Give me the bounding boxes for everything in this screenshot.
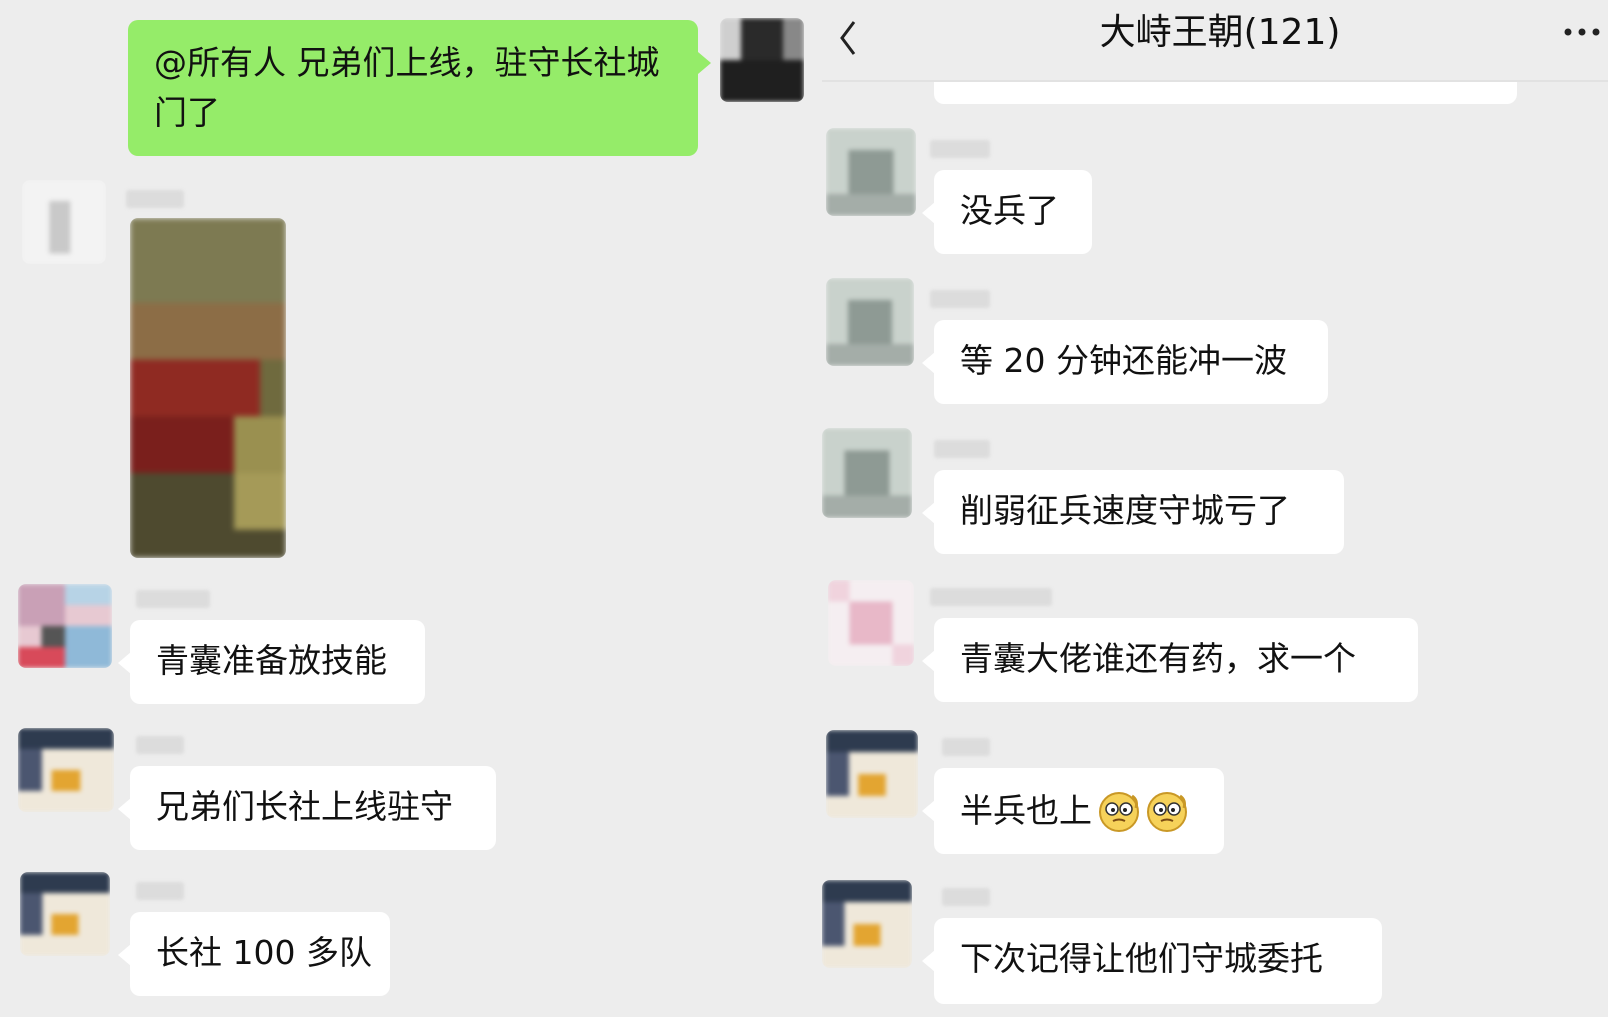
sender-name [942, 738, 990, 756]
sender-name [136, 736, 184, 754]
message-text: 兄弟们长社上线驻守 [156, 787, 453, 826]
sender-name [942, 888, 990, 906]
sender-avatar[interactable] [828, 580, 914, 666]
sender-avatar[interactable] [822, 880, 912, 968]
message-bubble[interactable]: 没兵了 [922, 170, 1092, 254]
sender-avatar[interactable] [18, 728, 114, 812]
message-text: 等 20 分钟还能冲一波 [960, 341, 1287, 380]
message-bubble[interactable]: 长社 100 多队 [118, 912, 390, 996]
message-text: 没兵了 [960, 191, 1059, 230]
sender-name [126, 190, 184, 208]
emoji-icon [1099, 792, 1139, 832]
message-text: 长社 100 多队 [156, 933, 372, 972]
chevron-left-icon [840, 21, 856, 55]
message-text: 青囊大佬谁还有药，求一个 [960, 639, 1356, 678]
sender-avatar[interactable] [20, 872, 110, 956]
message-bubble[interactable]: 青囊大佬谁还有药，求一个 [922, 618, 1418, 702]
previous-message-bubble [934, 82, 1517, 104]
message-bubble[interactable]: 削弱征兵速度守城亏了 [922, 470, 1344, 554]
message-bubble[interactable]: 青囊准备放技能 [118, 620, 425, 704]
own-message-text: @所有人 兄弟们上线，驻守长社城门了 [154, 43, 660, 132]
battle-screenshot-image[interactable] [130, 218, 286, 558]
message-text: 半兵也上 [960, 791, 1092, 830]
emoji-icon [1147, 792, 1187, 832]
sender-avatar[interactable] [18, 584, 112, 668]
sender-name [136, 882, 184, 900]
sender-name [136, 590, 210, 608]
sender-avatar[interactable] [822, 428, 912, 518]
message-bubble[interactable]: 等 20 分钟还能冲一波 [922, 320, 1328, 404]
sender-name [934, 440, 990, 458]
own-message-bubble[interactable]: @所有人 兄弟们上线，驻守长社城门了 [128, 20, 711, 156]
own-avatar[interactable] [720, 18, 804, 102]
back-button[interactable] [830, 8, 870, 58]
message-text: 青囊准备放技能 [156, 641, 387, 680]
more-button[interactable] [1560, 10, 1608, 54]
message-bubble[interactable]: 半兵也上 [922, 768, 1224, 854]
sender-name [930, 588, 1052, 606]
message-text: 削弱征兵速度守城亏了 [960, 491, 1290, 530]
sender-avatar[interactable] [826, 278, 914, 366]
message-text: 下次记得让他们守城委托 [960, 939, 1323, 978]
sender-name [930, 290, 990, 308]
message-bubble[interactable]: 下次记得让他们守城委托 [922, 918, 1382, 1004]
chat-title: 大峙王朝(121) [1099, 12, 1341, 53]
message-bubble[interactable]: 兄弟们长社上线驻守 [118, 766, 496, 850]
sender-name [930, 140, 990, 158]
sender-avatar[interactable] [826, 128, 916, 216]
more-horizontal-icon [1564, 28, 1600, 36]
sender-avatar[interactable] [22, 180, 106, 264]
sender-avatar[interactable] [826, 730, 918, 818]
